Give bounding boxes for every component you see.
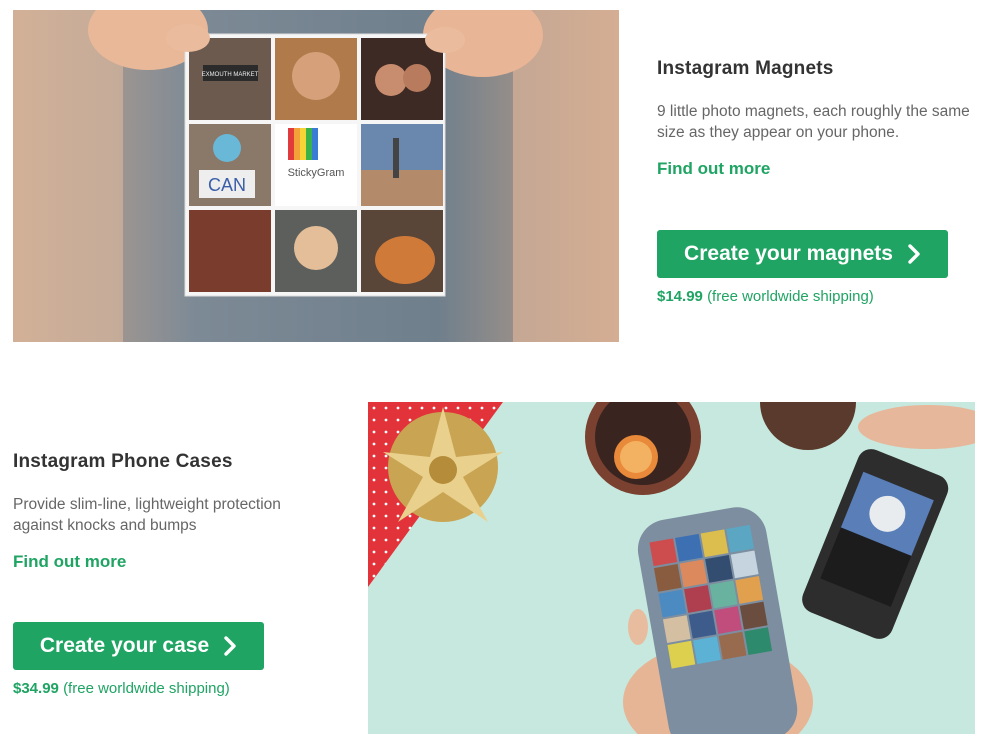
sign-text: CAN xyxy=(208,175,246,195)
create-case-button[interactable]: Create your case xyxy=(13,622,264,670)
cases-copy: Instagram Phone Cases Provide slim-line,… xyxy=(13,451,333,572)
magnets-description: 9 little photo magnets, each roughly the… xyxy=(657,103,970,141)
cases-shipping-note: (free worldwide shipping) xyxy=(63,680,230,697)
magnets-title: Instagram Magnets xyxy=(657,58,834,79)
cases-description: Provide slim-line, lightweight protectio… xyxy=(13,496,281,534)
create-case-button-label: Create your case xyxy=(39,634,210,657)
stickygram-brand: StickyGram xyxy=(288,167,345,179)
chevron-right-icon xyxy=(224,636,236,656)
street-sign-text: EXMOUTH MARKET xyxy=(202,72,259,78)
cases-price: $34.99 (free worldwide shipping) xyxy=(13,680,230,697)
magnets-photo-graphic: EXMOUTH MARKET CAN StickyGram xyxy=(13,10,619,342)
phone-cases-photo-graphic xyxy=(368,402,975,734)
cases-find-out-more-link[interactable]: Find out more xyxy=(13,552,126,572)
magnets-copy: Instagram Magnets 9 little photo magnets… xyxy=(657,58,977,179)
magnets-photo: EXMOUTH MARKET CAN StickyGram xyxy=(13,10,619,342)
chevron-right-icon xyxy=(908,244,920,264)
cases-price-amount: $34.99 xyxy=(13,680,59,697)
cases-title: Instagram Phone Cases xyxy=(13,451,233,472)
create-magnets-button[interactable]: Create your magnets xyxy=(657,230,948,278)
magnets-find-out-more-link[interactable]: Find out more xyxy=(657,159,770,179)
magnets-price: $14.99 (free worldwide shipping) xyxy=(657,288,874,305)
create-magnets-button-label: Create your magnets xyxy=(684,242,893,265)
magnets-price-amount: $14.99 xyxy=(657,288,703,305)
phone-cases-photo xyxy=(368,402,975,734)
magnets-shipping-note: (free worldwide shipping) xyxy=(707,288,874,305)
